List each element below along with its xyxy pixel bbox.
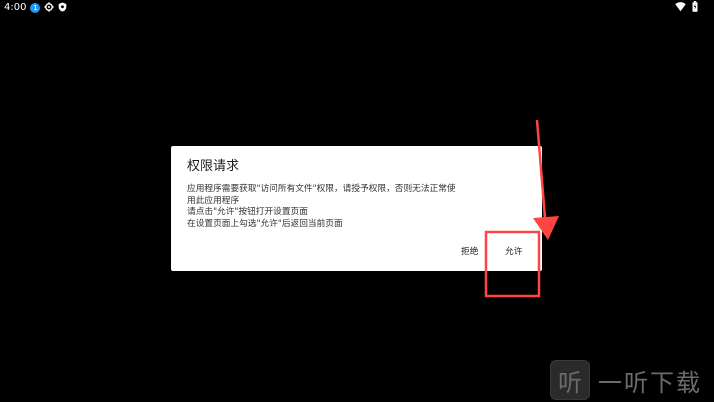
dialog-message-line: 应用程序需要获取"访问所有文件"权限，请授予权限，否则无法正常使 [187,184,456,194]
status-time: 4:00 [4,2,27,13]
dialog-actions: 拒绝 允许 [171,243,542,261]
watermark: 听 一听下载 [548,358,714,402]
watermark-text: 一听下载 [598,368,702,397]
dialog-title: 权限请求 [187,159,240,174]
battery-icon [692,1,698,15]
deny-button[interactable]: 拒绝 [457,243,482,261]
status-right [675,1,698,15]
dialog-message-line: 请点击"允许"按钮打开设置页面 [187,207,308,218]
status-left: 4:00 1 [4,1,67,15]
screen: 4:00 1 权限请求 应用程序需要获取"访问所有文件"权限，请授予权限，否则无… [0,0,714,402]
watermark-logo-icon: 听 [550,360,590,400]
allow-button[interactable]: 允许 [501,243,526,261]
gear-icon [44,1,55,15]
shield-icon [58,2,67,15]
status-bar: 4:00 1 [0,0,714,16]
permission-dialog: 权限请求 应用程序需要获取"访问所有文件"权限，请授予权限，否则无法正常使 用此… [171,146,542,271]
dialog-message: 应用程序需要获取"访问所有文件"权限，请授予权限，否则无法正常使 用此应用程序 … [187,184,527,230]
dialog-message-line: 用此应用程序 [187,195,240,206]
notification-badge-icon: 1 [30,3,41,13]
dialog-message-line: 在设置页面上勾选"允许"后返回当前页面 [187,218,343,229]
wifi-icon [675,1,686,15]
